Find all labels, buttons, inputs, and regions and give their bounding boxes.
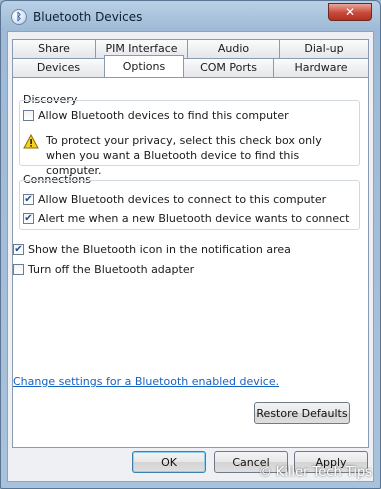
window-title: Bluetooth Devices — [33, 10, 143, 24]
tab-row-top: Share PIM Interface Audio Dial-up — [12, 39, 369, 58]
dialog-client-area: Share PIM Interface Audio Dial-up Device… — [7, 31, 374, 482]
tab-dial-up[interactable]: Dial-up — [279, 39, 369, 58]
tab-share[interactable]: Share — [12, 39, 96, 58]
alert-new-label: Alert me when a new Bluetooth device wan… — [38, 212, 350, 225]
tab-com-ports[interactable]: COM Ports — [183, 58, 274, 77]
title-bar[interactable]: ᛒ Bluetooth Devices ✕ — [1, 1, 380, 31]
watermark-text: © Killer Tech Tips — [258, 465, 372, 480]
allow-find-checkbox[interactable] — [23, 110, 34, 121]
change-settings-link[interactable]: Change settings for a Bluetooth enabled … — [13, 375, 279, 388]
alert-new-row[interactable]: ✔ Alert me when a new Bluetooth device w… — [23, 212, 350, 225]
warning-icon — [23, 134, 39, 149]
alert-new-checkbox[interactable]: ✔ — [23, 213, 34, 224]
show-icon-label: Show the Bluetooth icon in the notificat… — [28, 243, 291, 256]
tab-audio[interactable]: Audio — [187, 39, 280, 58]
allow-find-label: Allow Bluetooth devices to find this com… — [38, 109, 289, 122]
show-icon-row[interactable]: ✔ Show the Bluetooth icon in the notific… — [13, 243, 291, 256]
tab-options[interactable]: Options — [104, 55, 184, 77]
tab-row-bottom: Devices Options COM Ports Hardware — [12, 55, 369, 77]
turn-off-checkbox[interactable] — [13, 264, 24, 275]
allow-connect-row[interactable]: ✔ Allow Bluetooth devices to connect to … — [23, 193, 326, 206]
tab-hardware[interactable]: Hardware — [273, 58, 369, 77]
restore-defaults-button[interactable]: Restore Defaults — [254, 402, 350, 424]
allow-find-row[interactable]: Allow Bluetooth devices to find this com… — [23, 109, 289, 122]
bluetooth-devices-window: ᛒ Bluetooth Devices ✕ Share PIM Interfac… — [0, 0, 381, 489]
tab-devices[interactable]: Devices — [12, 58, 105, 77]
show-icon-checkbox[interactable]: ✔ — [13, 244, 24, 255]
options-tab-page: Discovery Allow Bluetooth devices to fin… — [12, 77, 369, 448]
ok-button[interactable]: OK — [132, 451, 206, 473]
allow-connect-checkbox[interactable]: ✔ — [23, 194, 34, 205]
allow-connect-label: Allow Bluetooth devices to connect to th… — [38, 193, 327, 206]
close-button[interactable]: ✕ — [328, 3, 372, 21]
privacy-warning-text: To protect your privacy, select this che… — [46, 134, 322, 177]
turn-off-label: Turn off the Bluetooth adapter — [28, 263, 195, 276]
bluetooth-icon: ᛒ — [11, 9, 27, 25]
turn-off-row[interactable]: Turn off the Bluetooth adapter — [13, 263, 194, 276]
